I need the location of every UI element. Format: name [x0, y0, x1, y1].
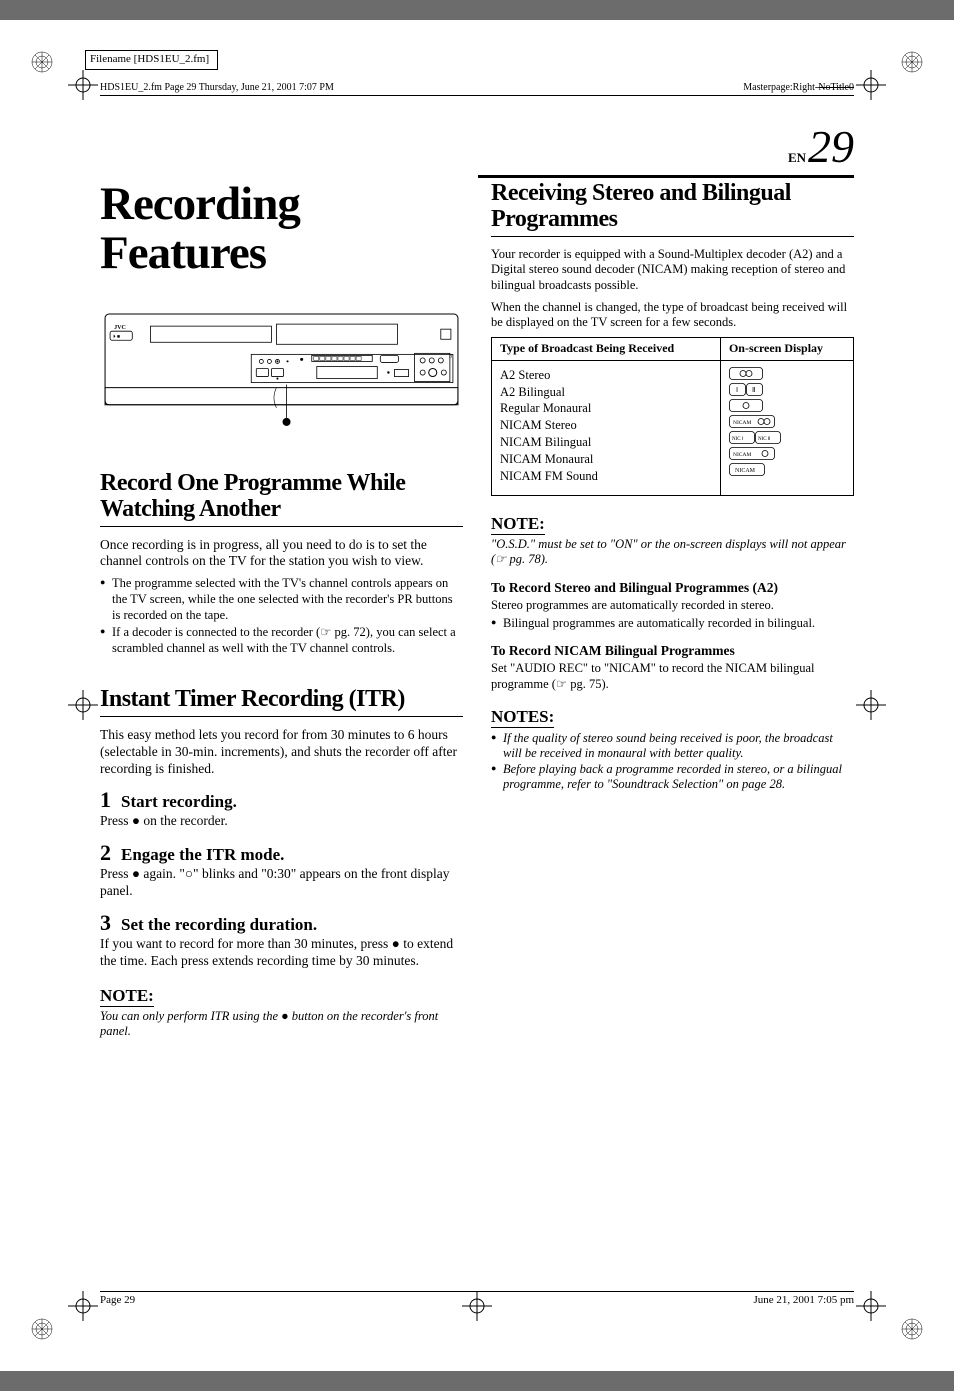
body-text: Your recorder is equipped with a Sound-M… — [491, 247, 854, 294]
crop-target-icon — [856, 1291, 886, 1321]
list-item: The programme selected with the TV's cha… — [100, 576, 463, 623]
body-text: When the channel is changed, the type of… — [491, 300, 854, 331]
broadcast-type-label: A2 Stereo — [500, 367, 712, 384]
notes-list: If the quality of stereo sound being rec… — [491, 731, 854, 794]
page-number-rule — [478, 175, 854, 178]
step-number: 3 — [100, 910, 111, 936]
content-columns: Recording Features JVC ⏵ ■ — [100, 180, 854, 1040]
left-column: Recording Features JVC ⏵ ■ — [100, 180, 463, 1040]
bullet-list: The programme selected with the TV's cha… — [100, 576, 463, 656]
broadcast-type-label: NICAM Stereo — [500, 417, 712, 434]
registration-mark-icon — [900, 50, 924, 74]
footer-left-text: Page 29 — [100, 1294, 135, 1306]
step-heading: 2 Engage the ITR mode. — [100, 840, 463, 866]
section-heading: Instant Timer Recording (ITR) — [100, 686, 463, 716]
section-heading: Record One Programme While Watching Anot… — [100, 470, 463, 527]
broadcast-type-label: NICAM Bilingual — [500, 434, 712, 451]
step-title: Set the recording duration. — [121, 915, 317, 935]
svg-text:NIC Ⅱ: NIC Ⅱ — [758, 436, 770, 442]
list-item: If the quality of stereo sound being rec… — [491, 731, 854, 762]
step-title: Engage the ITR mode. — [121, 845, 284, 865]
body-text: Stereo programmes are automatically reco… — [491, 598, 854, 614]
osd-mono-icon — [729, 399, 763, 412]
document-page: Filename [HDS1EU_2.fm] HDS1EU_2.fm Page … — [0, 20, 954, 1371]
step-heading: 1 Start recording. — [100, 787, 463, 813]
body-text: Press ● on the recorder. — [100, 813, 463, 830]
list-item: If a decoder is connected to the recorde… — [100, 625, 463, 656]
osd-stereo-icon — [729, 367, 763, 380]
step-title: Start recording. — [121, 792, 237, 812]
registration-mark-icon — [900, 1317, 924, 1341]
osd-bilingual-icon: ⅠⅡ — [729, 383, 763, 396]
list-item: Bilingual programmes are automatically r… — [491, 616, 854, 632]
note-heading: NOTE: — [100, 986, 154, 1007]
registration-mark-icon — [30, 1317, 54, 1341]
svg-text:NICAM: NICAM — [733, 452, 751, 458]
broadcast-type-label: NICAM FM Sound — [500, 468, 712, 485]
language-label: EN — [788, 150, 806, 166]
filename-box: Filename [HDS1EU_2.fm] — [85, 50, 218, 70]
vcr-diagram-icon: JVC ⏵ ■ — [100, 309, 463, 440]
table-cell: A2 Stereo A2 Bilingual Regular Monaural … — [492, 360, 721, 495]
header-right-text: Masterpage:Right-NoTitle0 — [743, 82, 854, 93]
step-heading: 3 Set the recording duration. — [100, 910, 463, 936]
body-text: This easy method lets you record for fro… — [100, 727, 463, 778]
crop-target-icon — [856, 70, 886, 100]
body-text: If you want to record for more than 30 m… — [100, 936, 463, 970]
list-item: Before playing back a programme recorded… — [491, 762, 854, 793]
table-cell: ⅠⅡ NICAM NIC ⅠNIC Ⅱ NICAM NICAM — [720, 360, 853, 495]
page-number: 29 — [808, 120, 854, 173]
broadcast-type-label: NICAM Monaural — [500, 451, 712, 468]
right-column: Receiving Stereo and Bilingual Programme… — [491, 180, 854, 1040]
broadcast-type-label: Regular Monaural — [500, 400, 712, 417]
svg-text:⏵ ■: ⏵ ■ — [113, 334, 120, 340]
body-text: Press ● again. "○" blinks and "0:30" app… — [100, 866, 463, 900]
note-heading: NOTE: — [491, 514, 545, 535]
registration-mark-icon — [30, 50, 54, 74]
bullet-list: Bilingual programmes are automatically r… — [491, 616, 854, 632]
body-text: Once recording is in progress, all you n… — [100, 537, 463, 571]
svg-text:Ⅱ: Ⅱ — [752, 386, 755, 394]
broadcast-type-label: A2 Bilingual — [500, 384, 712, 401]
osd-nicam-stereo-icon: NICAM — [729, 415, 775, 428]
header-bar: HDS1EU_2.fm Page 29 Thursday, June 21, 2… — [100, 82, 854, 96]
header-left-text: HDS1EU_2.fm Page 29 Thursday, June 21, 2… — [100, 82, 334, 93]
osd-nicam-bilingual-icon: NIC Ⅰ NIC Ⅱ — [729, 431, 781, 444]
body-text: Set "AUDIO REC" to "NICAM" to record the… — [491, 661, 854, 692]
step-number: 2 — [100, 840, 111, 866]
notes-heading: NOTES: — [491, 707, 554, 728]
note-text: You can only perform ITR using the ● but… — [100, 1009, 463, 1040]
footer-bar: Page 29 June 21, 2001 7:05 pm — [100, 1291, 854, 1306]
table-header: Type of Broadcast Being Received — [492, 337, 721, 360]
svg-text:JVC: JVC — [114, 325, 126, 331]
osd-nicam-fm-icon: NICAM — [729, 463, 765, 476]
section-heading: Receiving Stereo and Bilingual Programme… — [491, 180, 854, 237]
osd-nicam-mono-icon: NICAM — [729, 447, 775, 460]
note-text: "O.S.D." must be set to "ON" or the on-s… — [491, 537, 854, 568]
broadcast-type-table: Type of Broadcast Being Received On-scre… — [491, 337, 854, 496]
svg-text:NICAM: NICAM — [735, 468, 756, 474]
crop-target-icon — [68, 1291, 98, 1321]
sub-heading: To Record NICAM Bilingual Programmes — [491, 643, 854, 659]
table-header: On-screen Display — [720, 337, 853, 360]
svg-text:Ⅰ: Ⅰ — [736, 386, 738, 394]
crop-target-icon — [68, 690, 98, 720]
page-number-block: EN29 — [788, 120, 854, 173]
page-title: Recording Features — [100, 180, 463, 279]
crop-target-icon — [856, 690, 886, 720]
footer-right-text: June 21, 2001 7:05 pm — [753, 1294, 854, 1306]
step-number: 1 — [100, 787, 111, 813]
svg-text:NICAM: NICAM — [733, 420, 751, 426]
sub-heading: To Record Stereo and Bilingual Programme… — [491, 580, 854, 596]
svg-text:NIC Ⅰ: NIC Ⅰ — [732, 436, 743, 442]
crop-target-icon — [68, 70, 98, 100]
